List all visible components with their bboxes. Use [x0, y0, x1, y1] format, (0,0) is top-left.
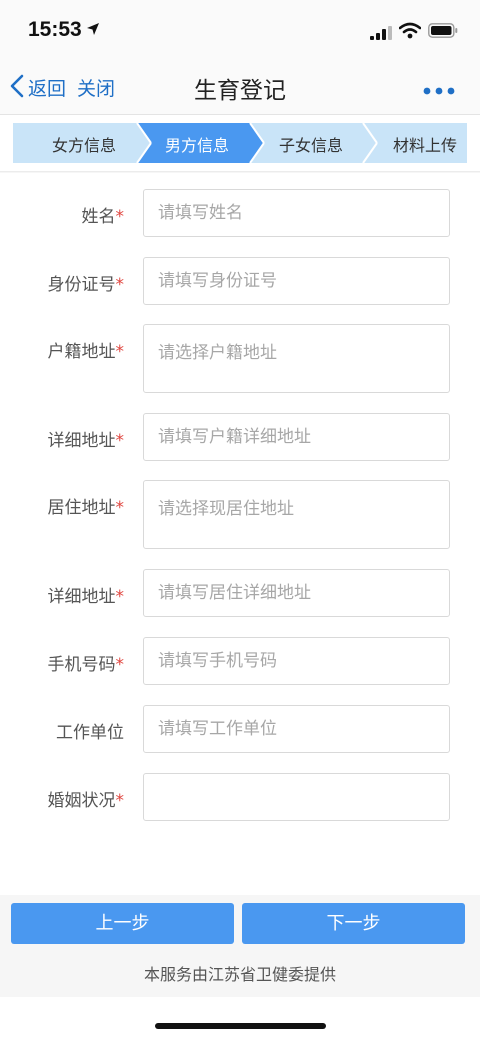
required-mark: *: [115, 431, 125, 451]
required-mark: *: [115, 275, 125, 295]
step-male-info[interactable]: 男方信息: [142, 132, 252, 156]
step-progress: 女方信息 男方信息 子女信息 材料上传: [0, 114, 480, 172]
registration-form: 姓名* 身份证号* 户籍地址* 详细地址* 居住地址* 详细地址* 手机号码* …: [0, 173, 480, 895]
name-field[interactable]: [143, 189, 450, 237]
status-time: 15:53: [28, 18, 82, 41]
field-label-text: 户籍地址: [47, 342, 116, 362]
field-label-text: 手机号码: [47, 655, 116, 675]
employer-field[interactable]: [143, 705, 450, 753]
name-input[interactable]: [158, 190, 449, 236]
status-bar: 15:53: [0, 0, 480, 62]
home-area: [0, 997, 480, 1039]
residence-address-label: 居住地址*: [48, 493, 125, 518]
employer-input[interactable]: [158, 706, 449, 752]
residence-detail-input[interactable]: [158, 570, 449, 616]
field-label-text: 工作单位: [56, 723, 124, 743]
field-label-text: 婚姻状况: [47, 791, 116, 811]
id-number-field[interactable]: [143, 257, 450, 305]
household-address-label: 户籍地址*: [48, 337, 125, 362]
household-detail-input[interactable]: [158, 414, 449, 460]
page-title: 生育登记: [194, 78, 286, 104]
residence-detail-label: 详细地址*: [48, 582, 125, 607]
next-step-button[interactable]: 下一步: [242, 903, 465, 944]
household-detail-label: 详细地址*: [48, 426, 125, 451]
field-label-text: 身份证号: [47, 275, 116, 295]
required-mark: *: [115, 587, 125, 607]
required-mark: *: [115, 791, 125, 811]
location-arrow-icon: [86, 21, 100, 40]
name-label: 姓名*: [82, 202, 125, 227]
field-label-text: 居住地址: [47, 498, 116, 518]
required-mark: *: [115, 207, 125, 227]
residence-detail-field[interactable]: [143, 569, 450, 617]
employer-label: 工作单位: [56, 718, 124, 743]
step-children-info[interactable]: 子女信息: [256, 132, 366, 156]
required-mark: *: [115, 342, 125, 362]
phone-input[interactable]: [158, 638, 449, 684]
household-detail-field[interactable]: [143, 413, 450, 461]
step-female-info[interactable]: 女方信息: [29, 132, 139, 156]
prev-step-button[interactable]: 上一步: [11, 903, 234, 944]
marital-status-select[interactable]: [143, 773, 450, 821]
home-indicator[interactable]: [155, 1023, 326, 1029]
field-label-text: 详细地址: [47, 431, 116, 451]
required-mark: *: [115, 498, 125, 518]
more-dots-icon[interactable]: [423, 80, 455, 99]
wifi-icon: [398, 22, 422, 43]
battery-icon: [428, 23, 458, 42]
required-mark: *: [115, 655, 125, 675]
step-materials-upload[interactable]: 材料上传: [370, 132, 480, 156]
marital-status-label: 婚姻状况*: [48, 786, 125, 811]
field-label-text: 详细地址: [47, 587, 116, 607]
id-number-input[interactable]: [158, 258, 449, 304]
service-provider-note: 本服务由江苏省卫健委提供: [143, 965, 336, 984]
cellular-signal-icon: [370, 25, 392, 44]
household-address-select[interactable]: [158, 325, 449, 392]
field-label-text: 姓名: [81, 207, 116, 227]
household-address-field[interactable]: [143, 324, 450, 393]
residence-address-select[interactable]: [158, 481, 449, 548]
phone-field[interactable]: [143, 637, 450, 685]
nav-bar: 返回 关闭 生育登记: [0, 62, 480, 114]
id-number-label: 身份证号*: [48, 270, 125, 295]
phone-label: 手机号码*: [48, 650, 125, 675]
residence-address-field[interactable]: [143, 480, 450, 549]
